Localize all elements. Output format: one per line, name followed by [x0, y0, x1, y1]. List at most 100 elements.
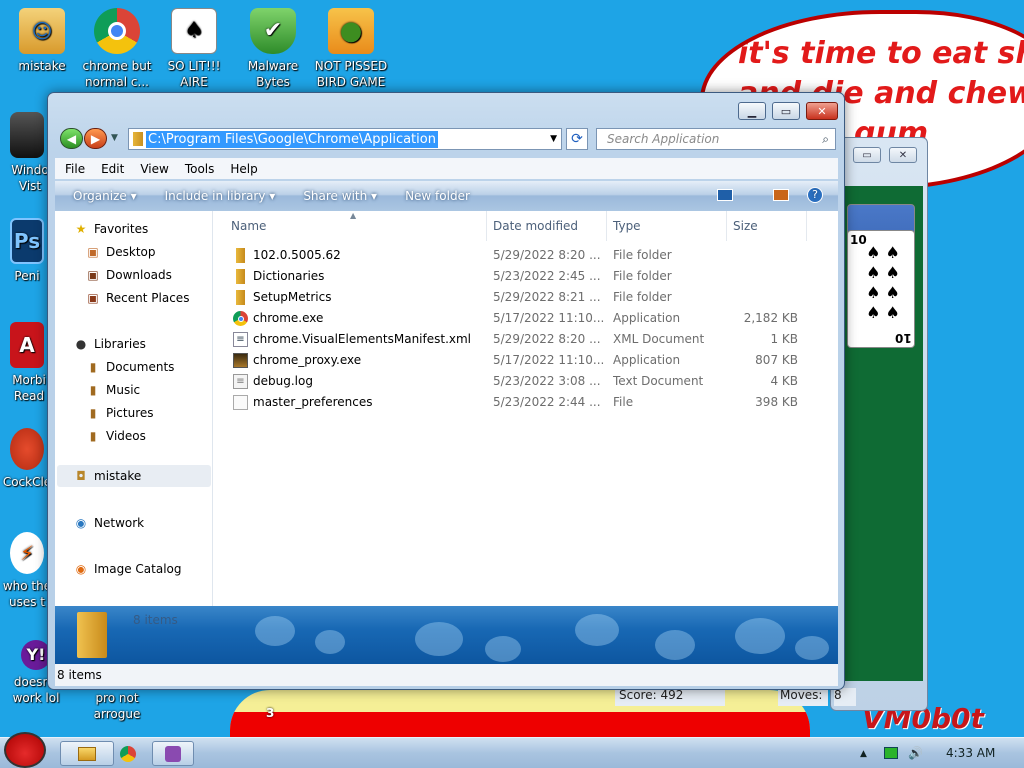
star-icon: ★	[75, 222, 87, 236]
nav-network[interactable]: ◉ Network	[73, 513, 144, 533]
speech-line: it's time to eat shit	[738, 36, 1024, 71]
column-header-name[interactable]: Name ▲	[213, 211, 487, 241]
file-row[interactable]: 102.0.5005.62 5/29/2022 8:20 ... File fo…	[213, 245, 838, 266]
desktop-icon-solitaire[interactable]: ♠ SO LIT!!! AIRE	[152, 8, 236, 90]
back-button[interactable]: ◀	[60, 128, 83, 149]
folder-icon	[236, 269, 245, 284]
documents-icon: ▮	[89, 360, 97, 374]
solitaire-maximize-button[interactable]: ▭	[853, 147, 881, 163]
menu-view[interactable]: View	[140, 162, 168, 176]
nav-downloads[interactable]: ▣ Downloads	[85, 265, 172, 285]
recent-pages-dropdown[interactable]: ▼	[111, 133, 118, 143]
explorer-window[interactable]: ▁ ▭ ✕ ◀ ▶ ▼ C:\Program Files\Google\Chro…	[47, 92, 845, 690]
menu-tools[interactable]: Tools	[185, 162, 215, 176]
file-list: Name ▲ Date modified Type Size 102.0.5005…	[213, 211, 838, 606]
share-with-button[interactable]: Share with ▾	[303, 189, 377, 203]
desktop-icon-mistake[interactable]: ☺ mistake	[0, 8, 84, 74]
pig-icon: ●	[328, 8, 374, 54]
start-button[interactable]	[4, 732, 46, 768]
preview-pane-icon[interactable]	[773, 189, 789, 201]
taskbar-clock[interactable]: 4:33 AM	[946, 746, 995, 760]
minimize-button[interactable]: ▁	[738, 102, 766, 120]
file-row[interactable]: chrome.exe 5/17/2022 11:10... Applicatio…	[213, 308, 838, 329]
chrome-icon	[233, 311, 248, 326]
explorer-icon	[78, 746, 96, 761]
nav-videos[interactable]: ▮ Videos	[85, 426, 146, 446]
flash-icon: ⚡	[10, 532, 44, 574]
nav-image-catalog[interactable]: ◉ Image Catalog	[73, 559, 182, 579]
view-options-icon[interactable]	[717, 189, 733, 201]
ccleaner-icon	[10, 428, 44, 470]
refresh-icon: ⟳	[571, 131, 583, 147]
column-header-size[interactable]: Size	[727, 211, 807, 241]
recent-places-icon: ▣	[87, 291, 99, 305]
desktop-icon-pro[interactable]: pro not arrogue	[72, 690, 162, 722]
file-row[interactable]: SetupMetrics 5/29/2022 8:21 ... File fol…	[213, 287, 838, 308]
close-button[interactable]: ✕	[806, 102, 838, 120]
organize-button[interactable]: Organize ▾	[73, 189, 137, 203]
column-header-type[interactable]: Type	[607, 211, 727, 241]
refresh-button[interactable]: ⟳	[566, 128, 588, 150]
xml-file-icon: ≡	[233, 332, 248, 347]
folder-icon	[133, 132, 143, 146]
network-status-icon[interactable]	[884, 747, 898, 759]
menu-edit[interactable]: Edit	[101, 162, 124, 176]
taskbar: ▲ 🔊 4:33 AM	[0, 732, 1024, 768]
spade-pips: ♠ ♠ ♠ ♠ ♠ ♠ ♠ ♠	[866, 243, 900, 322]
solitaire-score: Score: 492	[615, 688, 725, 706]
maximize-button[interactable]: ▭	[772, 102, 800, 120]
desktop-icon-malwarebytes[interactable]: ✔ Malware Bytes	[231, 8, 315, 90]
search-icon[interactable]: ⌕	[822, 132, 829, 147]
help-icon[interactable]: ?	[807, 187, 823, 203]
nav-user-mistake[interactable]: ◘ mistake	[57, 465, 211, 487]
desktop-icon-chrome[interactable]: chrome but normal c...	[75, 8, 159, 90]
file-row[interactable]: Dictionaries 5/23/2022 2:45 ... File fol…	[213, 266, 838, 287]
details-pane: 8 items	[55, 606, 838, 664]
desktop-icon-bird-game[interactable]: ● NOT PISSED BIRD GAME	[309, 8, 393, 90]
menu-file[interactable]: File	[65, 162, 85, 176]
details-item-count: 8 items	[133, 613, 178, 627]
tray-expand-icon[interactable]: ▲	[860, 749, 867, 759]
text-file-icon: ≡	[233, 374, 248, 389]
nav-favorites[interactable]: ★ Favorites	[73, 219, 149, 239]
new-folder-button[interactable]: New folder	[405, 189, 470, 203]
desktop-icon: ▣	[87, 245, 99, 259]
pdf-icon: A	[10, 322, 44, 368]
nav-desktop[interactable]: ▣ Desktop	[85, 242, 155, 262]
forward-arrow-icon: ▶	[90, 131, 101, 146]
music-icon: ▮	[89, 383, 97, 397]
nav-pictures[interactable]: ▮ Pictures	[85, 403, 154, 423]
sort-arrow-icon: ▲	[350, 211, 357, 220]
solitaire-close-button[interactable]: ✕	[889, 147, 917, 163]
taskbar-chrome-button[interactable]	[106, 741, 150, 766]
include-in-library-button[interactable]: Include in library ▾	[165, 189, 276, 203]
file-row[interactable]: master_preferences 5/23/2022 2:44 ... Fi…	[213, 392, 838, 413]
pictures-icon: ▮	[89, 406, 97, 420]
column-header-date-modified[interactable]: Date modified	[487, 211, 607, 241]
card-ten-spades[interactable]: 10 ♠ ♠ ♠ ♠ ♠ ♠ ♠ ♠ 10	[847, 230, 915, 348]
folder-icon	[236, 248, 245, 263]
file-row[interactable]: chrome_proxy.exe 5/17/2022 11:10... Appl…	[213, 350, 838, 371]
nav-music[interactable]: ▮ Music	[85, 380, 140, 400]
search-input[interactable]: Search Application ⌕	[596, 128, 836, 150]
nav-recent-places[interactable]: ▣ Recent Places	[85, 288, 189, 308]
address-text: C:\Program Files\Google\Chrome\Applicati…	[146, 130, 438, 148]
menu-help[interactable]: Help	[230, 162, 257, 176]
taskbar-solitaire-button[interactable]	[152, 741, 194, 766]
cards-icon: ♠	[171, 8, 217, 54]
exe-icon	[233, 353, 248, 368]
forward-button[interactable]: ▶	[84, 128, 107, 149]
videos-icon: ▮	[89, 429, 97, 443]
file-row[interactable]: ≡ debug.log 5/23/2022 3:08 ... Text Docu…	[213, 371, 838, 392]
photoshop-icon: Ps	[10, 218, 44, 264]
nav-documents[interactable]: ▮ Documents	[85, 357, 175, 377]
volume-icon[interactable]: 🔊	[908, 746, 923, 760]
back-arrow-icon: ◀	[66, 131, 77, 146]
nav-libraries[interactable]: ● Libraries	[73, 334, 146, 354]
file-row[interactable]: ≡ chrome.VisualElementsManifest.xml 5/29…	[213, 329, 838, 350]
solitaire-felt: 10 ♠ ♠ ♠ ♠ ♠ ♠ ♠ ♠ 10	[845, 186, 923, 681]
solitaire-moves-label: Moves:	[778, 688, 828, 706]
user-icon: ◘	[76, 469, 86, 483]
address-bar[interactable]: C:\Program Files\Google\Chrome\Applicati…	[128, 128, 562, 150]
address-dropdown-icon[interactable]: ▼	[550, 134, 557, 144]
